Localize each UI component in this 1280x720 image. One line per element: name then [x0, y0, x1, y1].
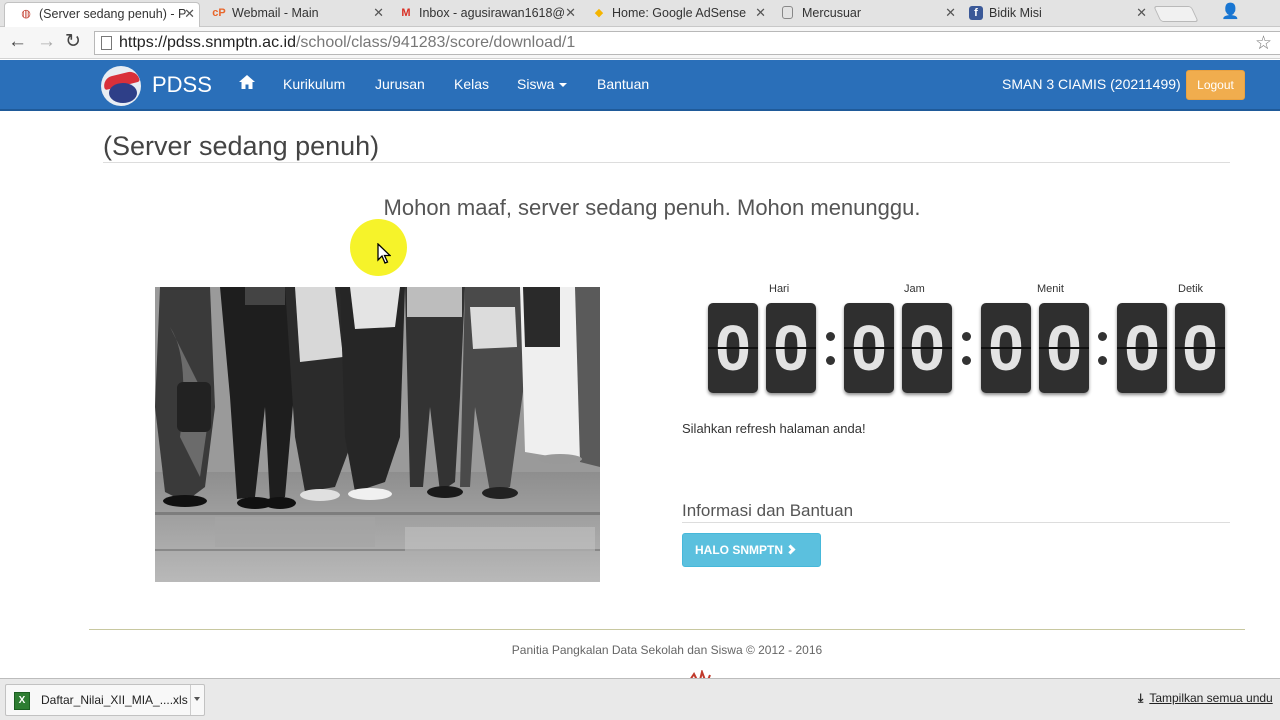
browser-tab[interactable]: M Inbox - agusirawan1618@ ✕	[385, 2, 580, 27]
countdown-digit: 0	[766, 303, 816, 393]
download-filename: Daftar_Nilai_XII_MIA_....xls	[41, 693, 188, 707]
countdown-label-minutes: Menit	[1037, 283, 1064, 295]
tab-title: Mercusuar	[802, 6, 862, 20]
browser-tab-strip: ◍ (Server sedang penuh) - P ✕ cP Webmail…	[0, 0, 1280, 27]
info-divider	[682, 522, 1230, 523]
close-icon[interactable]: ✕	[184, 3, 195, 25]
close-icon[interactable]: ✕	[1136, 2, 1147, 24]
countdown-separator	[962, 332, 972, 372]
tab-title: Webmail - Main	[232, 6, 319, 20]
page-icon	[782, 6, 793, 19]
show-all-downloads-link[interactable]: ⤓ Tampilkan semua undu	[1138, 691, 1273, 706]
address-bar[interactable]: https://pdss.snmptn.ac.id/school/class/9…	[94, 31, 1280, 55]
bookmark-star-icon[interactable]: ☆	[1255, 33, 1272, 55]
close-icon[interactable]: ✕	[755, 2, 766, 24]
footer-copyright: Panitia Pangkalan Data Sekolah dan Siswa…	[511, 643, 823, 657]
browser-tab[interactable]: f Bidik Misi ✕	[955, 2, 1151, 27]
download-item[interactable]: X Daftar_Nilai_XII_MIA_....xls	[5, 684, 205, 716]
page-icon	[101, 36, 112, 50]
logout-button[interactable]: Logout	[1186, 70, 1245, 100]
nav-kelas[interactable]: Kelas	[454, 76, 489, 92]
adsense-icon: ◆	[594, 7, 604, 19]
pdss-icon: ◍	[21, 8, 31, 20]
browser-tab[interactable]: cP Webmail - Main ✕	[198, 2, 388, 27]
download-arrow-icon: ⤓	[1138, 691, 1144, 705]
close-icon[interactable]: ✕	[565, 2, 576, 24]
countdown-label-days: Hari	[769, 283, 790, 295]
tab-title: (Server sedang penuh) - P	[39, 7, 187, 21]
browser-toolbar: ← → ↻ https://pdss.snmptn.ac.id/school/c…	[0, 27, 1280, 59]
title-divider	[103, 162, 1230, 163]
cpanel-icon: cP	[212, 7, 226, 19]
brand-name[interactable]: PDSS	[152, 72, 212, 98]
halo-snmptn-button[interactable]: HALO SNMPTN	[682, 533, 821, 567]
gmail-icon: M	[401, 7, 411, 19]
facebook-icon: f	[969, 6, 983, 20]
server-busy-message: Mohon maaf, server sedang penuh. Mohon m…	[383, 195, 921, 220]
close-icon[interactable]: ✕	[373, 2, 384, 24]
page-title: (Server sedang penuh)	[103, 131, 380, 161]
new-tab-button[interactable]	[1153, 6, 1199, 22]
nav-siswa-dropdown[interactable]: Siswa	[517, 76, 568, 92]
back-arrow-icon[interactable]: ←	[8, 32, 27, 52]
info-heading: Informasi dan Bantuan	[682, 501, 854, 520]
home-icon[interactable]	[238, 74, 256, 90]
url-path: /school/class/941283/score/download/1	[295, 34, 576, 51]
forward-arrow-icon[interactable]: →	[37, 32, 56, 52]
nav-jurusan[interactable]: Jurusan	[375, 76, 425, 92]
download-shelf: X Daftar_Nilai_XII_MIA_....xls ⤓ Tampilka…	[0, 678, 1280, 720]
countdown-label-seconds: Detik	[1178, 283, 1204, 295]
caret-down-icon	[559, 83, 568, 88]
url-host: https://pdss.snmptn.ac.id	[119, 34, 296, 51]
countdown-digit: 0	[981, 303, 1031, 393]
halo-snmptn-label: HALO SNMPTN	[695, 543, 783, 557]
nav-kurikulum[interactable]: Kurikulum	[283, 76, 345, 92]
countdown-digit: 0	[1039, 303, 1089, 393]
browser-tab[interactable]: Mercusuar ✕	[768, 2, 960, 27]
excel-file-icon: X	[14, 692, 30, 710]
show-all-label: Tampilkan semua undu	[1149, 691, 1273, 705]
countdown-digit: 0	[1117, 303, 1167, 393]
mouse-cursor-icon	[377, 243, 391, 264]
nav-bantuan[interactable]: Bantuan	[597, 76, 649, 92]
footer-divider	[89, 629, 1245, 630]
site-navbar: PDSS Kurikulum Jurusan Kelas Siswa Bantu…	[0, 60, 1280, 111]
countdown-digit: 0	[844, 303, 894, 393]
tab-title: Home: Google AdSense	[612, 6, 747, 20]
countdown-digit: 0	[1175, 303, 1225, 393]
tab-title: Bidik Misi	[989, 6, 1042, 20]
tab-title: Inbox - agusirawan1618@	[419, 6, 566, 20]
browser-tab-active[interactable]: ◍ (Server sedang penuh) - P ✕	[4, 2, 200, 27]
chevron-right-icon	[785, 544, 796, 555]
countdown-label-hours: Jam	[904, 283, 925, 295]
countdown-timer: Hari Jam Menit Detik 0 0 0 0 0 0 0 0	[706, 280, 1226, 395]
refresh-instruction: Silahkan refresh halaman anda!	[682, 421, 866, 436]
reload-icon[interactable]: ↻	[65, 32, 81, 52]
countdown-separator	[826, 332, 836, 372]
pdss-logo[interactable]	[101, 66, 141, 106]
profile-icon[interactable]: 👤	[1221, 2, 1240, 20]
countdown-digit: 0	[902, 303, 952, 393]
nav-siswa-label: Siswa	[517, 76, 555, 92]
countdown-separator	[1098, 332, 1108, 372]
caret-down-icon[interactable]	[190, 685, 204, 715]
browser-tab[interactable]: ◆ Home: Google AdSense ✕	[578, 2, 770, 27]
school-name: SMAN 3 CIAMIS (20211499)	[1002, 76, 1181, 92]
queue-photo	[155, 287, 600, 582]
countdown-digit: 0	[708, 303, 758, 393]
